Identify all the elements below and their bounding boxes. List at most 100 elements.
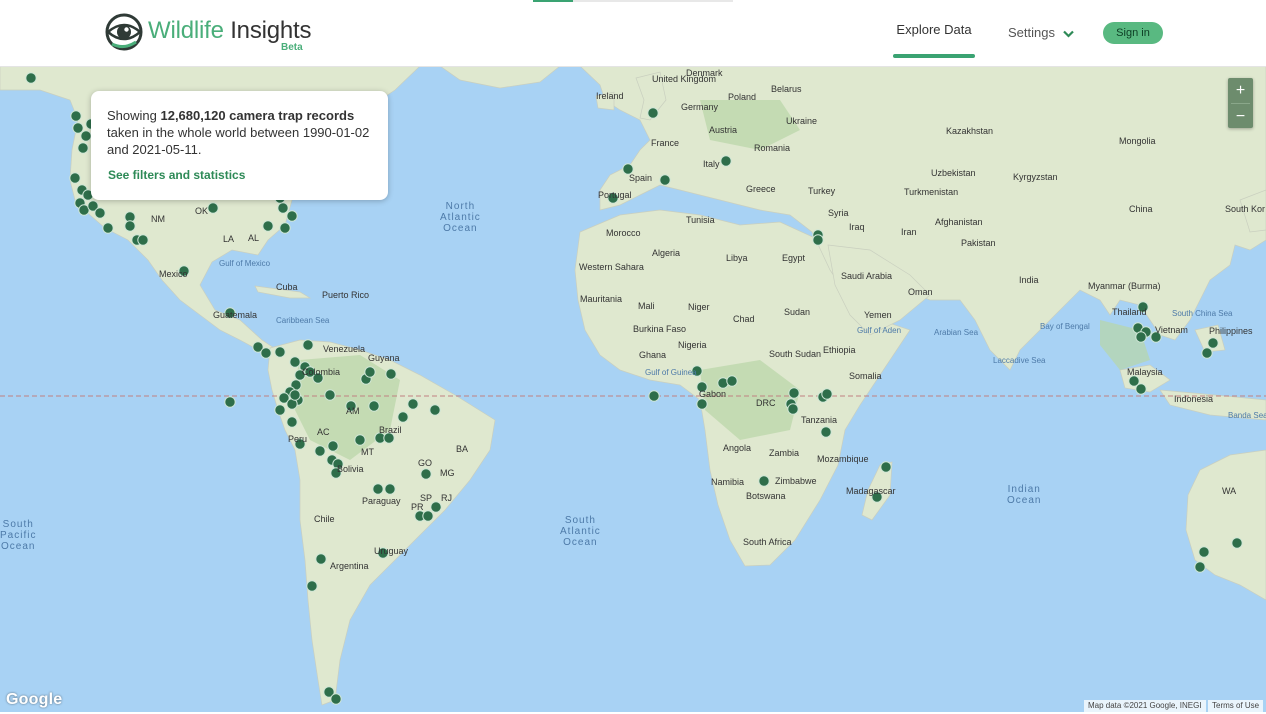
beta-badge: Beta (281, 42, 303, 53)
camera-trap-marker[interactable] (648, 390, 660, 402)
country-label: Mexico (159, 269, 188, 279)
camera-trap-marker[interactable] (77, 142, 89, 154)
country-label: Puerto Rico (322, 290, 370, 300)
camera-trap-marker[interactable] (137, 234, 149, 246)
camera-trap-marker[interactable] (812, 234, 824, 246)
camera-trap-marker[interactable] (1201, 347, 1213, 359)
camera-trap-marker[interactable] (659, 174, 671, 186)
camera-trap-marker[interactable] (364, 366, 376, 378)
camera-trap-marker[interactable] (647, 107, 659, 119)
camera-trap-marker[interactable] (274, 346, 286, 358)
camera-trap-marker[interactable] (788, 387, 800, 399)
camera-trap-marker[interactable] (25, 72, 37, 84)
top-navigation-bar: Wildlife Insights Beta Explore Data Sett… (0, 0, 1266, 67)
nav-settings[interactable]: Settings (1008, 25, 1074, 40)
camera-trap-marker[interactable] (94, 207, 106, 219)
camera-trap-marker[interactable] (354, 434, 366, 446)
country-label: Germany (681, 102, 719, 112)
camera-trap-marker[interactable] (262, 220, 274, 232)
camera-trap-marker[interactable] (80, 130, 92, 142)
camera-trap-marker[interactable] (384, 483, 396, 495)
camera-trap-marker[interactable] (286, 210, 298, 222)
country-label: Venezuela (323, 344, 366, 354)
camera-trap-marker[interactable] (124, 220, 136, 232)
camera-trap-marker[interactable] (1135, 383, 1147, 395)
camera-trap-marker[interactable] (696, 398, 708, 410)
region-abbrev-label: OK (195, 206, 209, 216)
camera-trap-marker[interactable] (1135, 331, 1147, 343)
camera-trap-marker[interactable] (289, 389, 301, 401)
country-label: Mali (638, 301, 655, 311)
camera-trap-marker[interactable] (286, 416, 298, 428)
camera-trap-marker[interactable] (102, 222, 114, 234)
camera-trap-marker[interactable] (385, 368, 397, 380)
region-abbrev-label: LA (223, 234, 235, 244)
camera-trap-marker[interactable] (1231, 537, 1243, 549)
camera-trap-marker[interactable] (407, 398, 419, 410)
camera-trap-marker[interactable] (821, 388, 833, 400)
camera-trap-marker[interactable] (368, 400, 380, 412)
country-label: China (1129, 204, 1153, 214)
records-summary-text: Showing 12,680,120 camera trap records t… (107, 107, 372, 158)
camera-trap-marker[interactable] (1198, 546, 1210, 558)
zoom-out-button[interactable]: − (1228, 104, 1253, 129)
camera-trap-marker[interactable] (260, 347, 272, 359)
camera-trap-marker[interactable] (330, 693, 342, 705)
country-label: Indonesia (1174, 394, 1214, 404)
region-abbrev-label: MG (440, 468, 455, 478)
region-abbrev-label: GO (418, 458, 433, 468)
region-abbrev-label: MT (361, 447, 374, 457)
camera-trap-marker[interactable] (787, 403, 799, 415)
records-count: 12,680,120 camera trap records (160, 108, 355, 123)
camera-trap-marker[interactable] (720, 155, 732, 167)
sea-label: Bay of Bengal (1040, 322, 1090, 331)
zoom-in-button[interactable]: + (1228, 78, 1253, 103)
country-label: Guatemala (213, 310, 258, 320)
camera-trap-marker[interactable] (397, 411, 409, 423)
camera-trap-marker[interactable] (429, 404, 441, 416)
active-tab-indicator (893, 54, 975, 58)
country-label: Spain (629, 173, 653, 183)
camera-trap-marker[interactable] (372, 483, 384, 495)
see-filters-link[interactable]: See filters and statistics (108, 168, 245, 182)
camera-trap-marker[interactable] (69, 172, 81, 184)
camera-trap-marker[interactable] (70, 110, 82, 122)
sign-in-button[interactable]: Sign in (1103, 22, 1163, 44)
camera-trap-marker[interactable] (726, 375, 738, 387)
camera-trap-marker[interactable] (224, 396, 236, 408)
country-label: Burkina Faso (633, 324, 687, 334)
country-label: Malaysia (1127, 367, 1163, 377)
camera-trap-marker[interactable] (315, 553, 327, 565)
camera-trap-marker[interactable] (758, 475, 770, 487)
camera-trap-marker[interactable] (314, 445, 326, 457)
camera-trap-marker[interactable] (420, 468, 432, 480)
camera-trap-marker[interactable] (1207, 337, 1219, 349)
camera-trap-marker[interactable] (207, 202, 219, 214)
camera-trap-marker[interactable] (302, 339, 314, 351)
camera-trap-marker[interactable] (279, 222, 291, 234)
country-label: Mozambique (817, 454, 869, 464)
country-label: Turkmenistan (904, 187, 959, 197)
ocean-label: South Pacific Ocean (0, 519, 37, 552)
wildlife-insights-logo[interactable]: Wildlife Insights Beta (104, 12, 314, 56)
camera-trap-marker[interactable] (277, 202, 289, 214)
camera-trap-marker[interactable] (72, 122, 84, 134)
camera-trap-marker[interactable] (422, 510, 434, 522)
camera-trap-marker[interactable] (289, 356, 301, 368)
nav-explore-data[interactable]: Explore Data (893, 22, 975, 58)
camera-trap-marker[interactable] (274, 404, 286, 416)
country-label: Tunisia (686, 215, 715, 225)
region-abbrev-label: RJ (441, 493, 452, 503)
camera-trap-marker[interactable] (1194, 561, 1206, 573)
country-label: Peru (288, 434, 308, 444)
country-label: Cuba (276, 282, 298, 292)
camera-trap-marker[interactable] (820, 426, 832, 438)
camera-trap-marker[interactable] (880, 461, 892, 473)
camera-trap-marker[interactable] (327, 440, 339, 452)
camera-trap-marker[interactable] (306, 580, 318, 592)
camera-trap-marker[interactable] (430, 501, 442, 513)
camera-trap-marker[interactable] (324, 389, 336, 401)
country-label: Thailand (1112, 307, 1147, 317)
country-label: DRC (756, 398, 776, 408)
country-label: Poland (728, 92, 757, 102)
